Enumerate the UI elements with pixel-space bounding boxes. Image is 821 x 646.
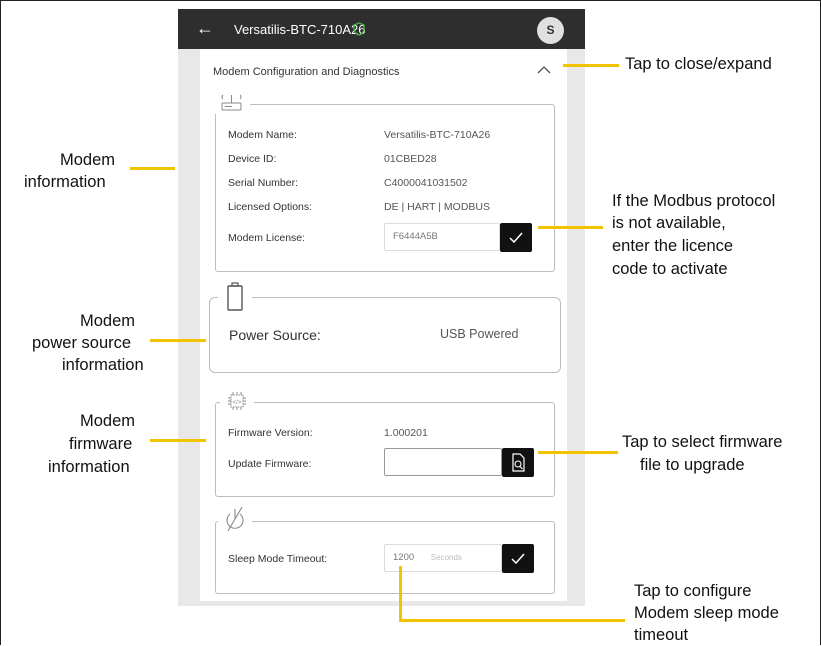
callout-select-firmware-line1: Tap to select firmware [622, 433, 783, 451]
callout-line-modbus [538, 226, 603, 229]
power-source-card: Power Source: USB Powered [209, 281, 561, 373]
callout-modbus-line2: is not available, [612, 214, 726, 232]
callout-close-expand: Tap to close/expand [625, 55, 772, 73]
device-id-value: 01CBED28 [384, 153, 437, 165]
serial-number-value: C4000041031502 [384, 177, 468, 189]
device-title: Versatilis-BTC-710A26 [234, 22, 366, 37]
callout-line-sleep-vertical [399, 566, 402, 622]
sleep-timeout-unit: Seconds [430, 553, 462, 562]
callout-select-firmware-line2: file to upgrade [640, 456, 745, 474]
callout-sleep-line2: Modem sleep mode [634, 604, 779, 622]
license-submit-button[interactable] [500, 223, 532, 252]
app-screen: ← Versatilis-BTC-710A26 S Modem Configur… [178, 9, 585, 606]
modem-name-label: Modem Name: [228, 129, 297, 141]
file-search-icon [512, 453, 525, 472]
battery-icon [218, 281, 252, 313]
checkmark-icon [509, 232, 523, 244]
licensed-options-value: DE | HART | MODBUS [384, 201, 490, 213]
checkmark-icon [511, 553, 525, 565]
callout-sleep-line3: timeout [634, 626, 689, 644]
callout-modbus-line4: code to activate [612, 260, 728, 278]
callout-sleep-line1: Tap to configure [634, 582, 752, 600]
modem-info-card: Modem Name: Versatilis-BTC-710A26 Device… [214, 92, 555, 272]
callout-modbus-line1: If the Modbus protocol [612, 192, 776, 210]
sleep-submit-button[interactable] [502, 544, 534, 573]
config-panel: Modem Configuration and Diagnostics Mode… [200, 49, 567, 601]
avatar[interactable]: S [537, 17, 564, 44]
firmware-version-label: Firmware Version: [228, 427, 313, 439]
back-arrow-icon[interactable]: ← [196, 19, 214, 37]
modem-license-label: Modem License: [228, 232, 306, 244]
firmware-version-value: 1.000201 [384, 427, 428, 439]
firmware-card: </> Firmware Version: 1.000201 Update Fi… [215, 390, 555, 497]
firmware-file-input[interactable] [384, 448, 502, 476]
callout-firmware-line3: information [48, 458, 130, 476]
callout-line-firmware [150, 439, 206, 442]
sleep-mode-card: Sleep Mode Timeout: 1200 Seconds [215, 505, 555, 594]
callout-line-power [150, 339, 206, 342]
modem-license-input[interactable]: F6444A5B [384, 223, 500, 251]
power-off-icon [218, 505, 252, 533]
callout-firmware-line1: Modem [80, 412, 136, 430]
serial-number-label: Serial Number: [228, 177, 299, 189]
sleep-timeout-value: 1200 [393, 552, 415, 563]
power-source-value: USB Powered [440, 327, 519, 341]
callout-power-line3: information [62, 356, 144, 374]
svg-text:</>: </> [233, 400, 242, 406]
router-icon [214, 92, 250, 114]
section-title: Modem Configuration and Diagnostics [213, 66, 400, 78]
licensed-options-label: Licensed Options: [228, 201, 313, 213]
callout-modem-info-line2: information [24, 173, 106, 191]
callout-power-line1: Modem [80, 312, 136, 330]
chevron-up-icon[interactable] [537, 65, 551, 75]
callout-modem-info-line1: Modem [60, 151, 116, 169]
device-id-label: Device ID: [228, 153, 277, 165]
chip-icon: </> [220, 390, 254, 414]
update-firmware-label: Update Firmware: [228, 458, 312, 470]
top-app-bar: ← Versatilis-BTC-710A26 S [178, 9, 585, 49]
shield-icon [353, 22, 365, 36]
callout-firmware-line2: firmware [69, 435, 133, 453]
modem-name-value: Versatilis-BTC-710A26 [384, 129, 491, 141]
browse-firmware-button[interactable] [502, 448, 534, 477]
callout-line-sleep-horizontal [399, 619, 625, 622]
callout-line-modem-info [130, 167, 175, 170]
callout-modbus-line3: enter the licence [612, 237, 734, 255]
callout-line-select-firmware [538, 451, 618, 454]
power-source-label: Power Source: [229, 327, 321, 343]
sleep-timeout-label: Sleep Mode Timeout: [228, 553, 328, 565]
callout-line-close-expand [563, 64, 619, 67]
callout-power-line2: power source [32, 334, 132, 352]
